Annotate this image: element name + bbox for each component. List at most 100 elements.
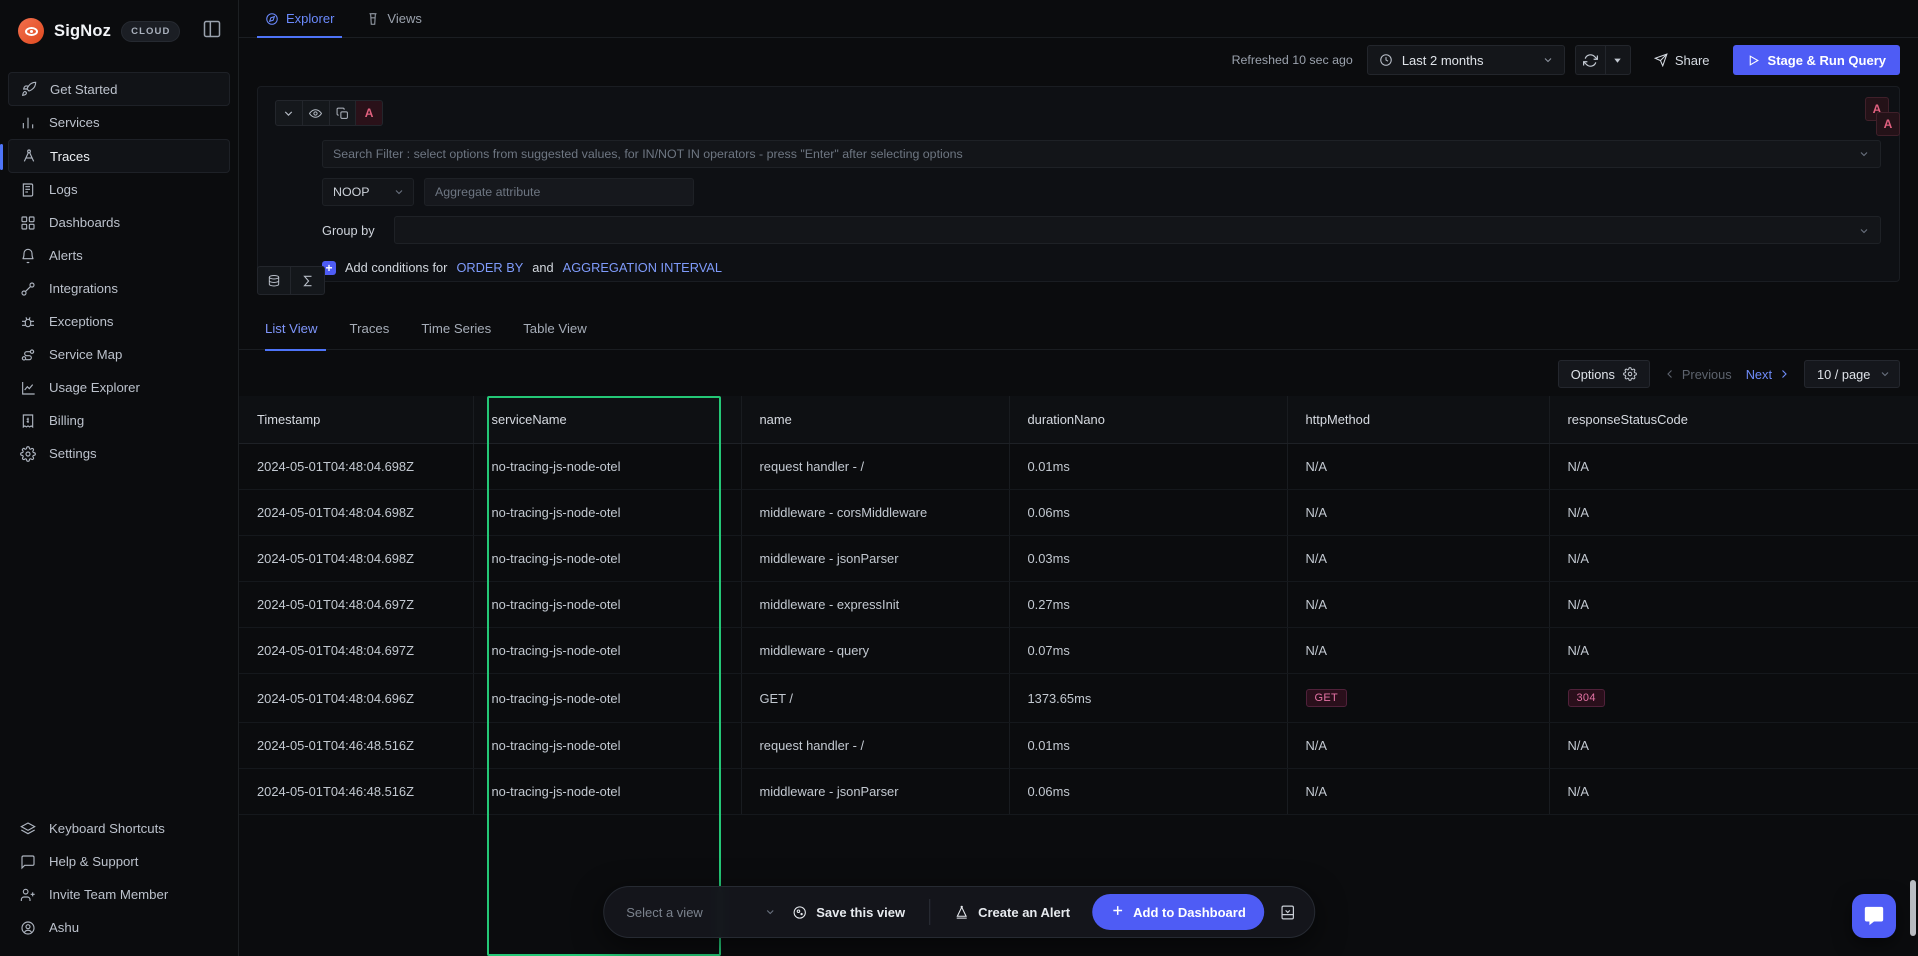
share-button[interactable]: Share xyxy=(1641,45,1723,75)
sidebar-item-integrations[interactable]: Integrations xyxy=(0,272,238,305)
cell-servicename: no-tracing-js-node-otel xyxy=(472,581,741,628)
service-map-icon xyxy=(20,347,36,363)
vertical-scrollbar[interactable] xyxy=(1910,880,1916,936)
sidebar-item-user-profile[interactable]: Ashu xyxy=(0,911,238,944)
sidebar-item-logs[interactable]: Logs xyxy=(0,173,238,206)
cell-durationnano: 0.06ms xyxy=(1008,489,1287,536)
column-header-timestamp[interactable]: Timestamp xyxy=(239,396,473,444)
refresh-button[interactable] xyxy=(1574,45,1605,75)
cell-servicename: no-tracing-js-node-otel xyxy=(472,443,741,490)
table-row[interactable]: 2024-05-01T04:48:04.696Z no-tracing-js-no… xyxy=(239,673,1918,723)
cell-durationnano: 1373.65ms xyxy=(1008,673,1287,723)
query-builder-card: A A Search Filter: select options from … xyxy=(257,86,1900,295)
receipt-icon xyxy=(20,413,36,429)
view-tab-traces[interactable]: Traces xyxy=(334,308,406,350)
table-row[interactable]: 2024-05-01T04:48:04.698Z no-tracing-js-no… xyxy=(239,535,1918,582)
stage-run-query-button[interactable]: Stage & Run Query xyxy=(1732,45,1900,75)
refresh-interval-dropdown[interactable] xyxy=(1604,45,1631,75)
add-to-dashboard-button[interactable]: Add to Dashboard xyxy=(1092,894,1264,930)
sidebar-item-label: Get Started xyxy=(50,81,118,97)
cell-timestamp: 2024-05-01T04:48:04.698Z xyxy=(239,443,473,490)
options-button[interactable]: Options xyxy=(1557,360,1650,388)
sidebar-item-label: Integrations xyxy=(49,281,118,296)
sidebar-item-keyboard-shortcuts[interactable]: Keyboard Shortcuts xyxy=(0,812,238,845)
add-query-button[interactable] xyxy=(258,267,291,294)
sidebar-item-dashboards[interactable]: Dashboards xyxy=(0,206,238,239)
search-filter-input[interactable]: Search Filter : select options from sugg… xyxy=(322,140,1881,168)
cell-timestamp: 2024-05-01T04:48:04.698Z xyxy=(239,535,473,582)
view-tab-time-series[interactable]: Time Series xyxy=(405,308,507,350)
next-page-button[interactable]: Next xyxy=(1746,367,1790,382)
column-header-servicename[interactable]: serviceName xyxy=(472,396,741,444)
sidebar-item-traces[interactable]: Traces xyxy=(0,139,230,173)
tab-explorer[interactable]: Explorer xyxy=(249,0,350,38)
cell-httpmethod: N/A xyxy=(1286,627,1549,674)
sidebar-item-service-map[interactable]: Service Map xyxy=(0,338,238,371)
sidebar-item-billing[interactable]: Billing xyxy=(0,404,238,437)
group-by-input[interactable] xyxy=(394,216,1881,244)
refreshed-status: Refreshed 10 sec ago xyxy=(1231,53,1353,67)
query-collapse-button[interactable] xyxy=(276,101,303,125)
add-formula-button[interactable] xyxy=(291,267,324,294)
column-header-httpmethod[interactable]: httpMethod xyxy=(1286,396,1549,444)
column-header-responsestatuscode[interactable]: responseStatusCode xyxy=(1548,396,1918,444)
copy-icon xyxy=(336,107,349,120)
cell-durationnano: 0.27ms xyxy=(1008,581,1287,628)
sidebar-item-settings[interactable]: Settings xyxy=(0,437,238,470)
plug-icon xyxy=(20,281,36,297)
query-letter-badge-floating[interactable]: A xyxy=(1876,112,1900,136)
table-row[interactable]: 2024-05-01T04:46:48.516Z no-tracing-js-no… xyxy=(239,768,1918,815)
query-visibility-button[interactable] xyxy=(303,101,330,125)
table-row[interactable]: 2024-05-01T04:46:48.516Z no-tracing-js-no… xyxy=(239,722,1918,769)
table-row[interactable]: 2024-05-01T04:48:04.697Z no-tracing-js-no… xyxy=(239,581,1918,628)
panel-bottom-button[interactable] xyxy=(1270,894,1306,930)
tower-icon xyxy=(366,12,380,26)
sidebar-item-label: Help & Support xyxy=(49,854,139,869)
save-view-button[interactable]: Save this view xyxy=(776,894,921,930)
cell-timestamp: 2024-05-01T04:48:04.697Z xyxy=(239,581,473,628)
sidebar-item-usage-explorer[interactable]: Usage Explorer xyxy=(0,371,238,404)
order-by-link[interactable]: ORDER BY xyxy=(456,260,523,275)
aggregate-attribute-input[interactable]: Aggregate attribute xyxy=(424,178,694,206)
select-view-dropdown[interactable]: Select a view xyxy=(626,905,776,920)
table-row[interactable]: 2024-05-01T04:48:04.698Z no-tracing-js-no… xyxy=(239,443,1918,490)
sidebar-item-alerts[interactable]: Alerts xyxy=(0,239,238,272)
column-header-durationnano[interactable]: durationNano xyxy=(1008,396,1287,444)
add-conditions-row: + Add conditions for ORDER BY and AGGREG… xyxy=(322,260,1881,275)
time-range-picker[interactable]: Last 2 months xyxy=(1366,45,1565,75)
sidebar-item-label: Services xyxy=(49,115,100,130)
column-header-name[interactable]: name xyxy=(740,396,1009,444)
add-conditions-prefix: Add conditions for xyxy=(345,260,448,275)
view-tab-table-view[interactable]: Table View xyxy=(507,308,603,350)
query-duplicate-button[interactable] xyxy=(330,101,357,125)
tab-views[interactable]: Views xyxy=(350,0,437,37)
sidebar-item-invite-team-member[interactable]: Invite Team Member xyxy=(0,878,238,911)
cell-httpmethod: N/A xyxy=(1286,768,1549,815)
support-chat-button[interactable] xyxy=(1852,894,1896,938)
chevron-left-icon xyxy=(1664,368,1676,380)
sidebar-item-get-started[interactable]: Get Started xyxy=(8,72,230,106)
create-alert-button[interactable]: Create an Alert xyxy=(938,894,1086,930)
sidebar-item-services[interactable]: Services xyxy=(0,106,238,139)
aggregate-operator-select[interactable]: NOOP xyxy=(322,178,414,206)
chevron-down-icon xyxy=(1542,54,1554,66)
panel-toggle-icon[interactable] xyxy=(202,19,222,39)
table-row[interactable]: 2024-05-01T04:48:04.697Z no-tracing-js-no… xyxy=(239,627,1918,674)
cell-responsestatuscode: N/A xyxy=(1548,443,1918,490)
cell-responsestatuscode: 304 xyxy=(1548,673,1918,723)
cell-responsestatuscode: N/A xyxy=(1548,627,1918,674)
aggregation-interval-link[interactable]: AGGREGATION INTERVAL xyxy=(563,260,722,275)
sidebar-item-help-support[interactable]: Help & Support xyxy=(0,845,238,878)
cell-durationnano: 0.01ms xyxy=(1008,722,1287,769)
sidebar-item-label: Traces xyxy=(50,148,90,164)
cell-responsestatuscode: N/A xyxy=(1548,489,1918,536)
top-tabbar: Explorer Views xyxy=(239,0,1918,38)
previous-page-button[interactable]: Previous xyxy=(1664,367,1732,382)
view-tab-list-view[interactable]: List View xyxy=(257,308,334,351)
query-builder-wrap: A A Search Filter: select options from … xyxy=(239,82,1918,295)
table-row[interactable]: 2024-05-01T04:48:04.698Z no-tracing-js-no… xyxy=(239,489,1918,536)
query-letter-badge[interactable]: A xyxy=(356,101,382,125)
table-head: Timestamp serviceName name durationNano … xyxy=(239,396,1918,444)
page-size-select[interactable]: 10 / page xyxy=(1804,360,1900,388)
sidebar-item-exceptions[interactable]: Exceptions xyxy=(0,305,238,338)
